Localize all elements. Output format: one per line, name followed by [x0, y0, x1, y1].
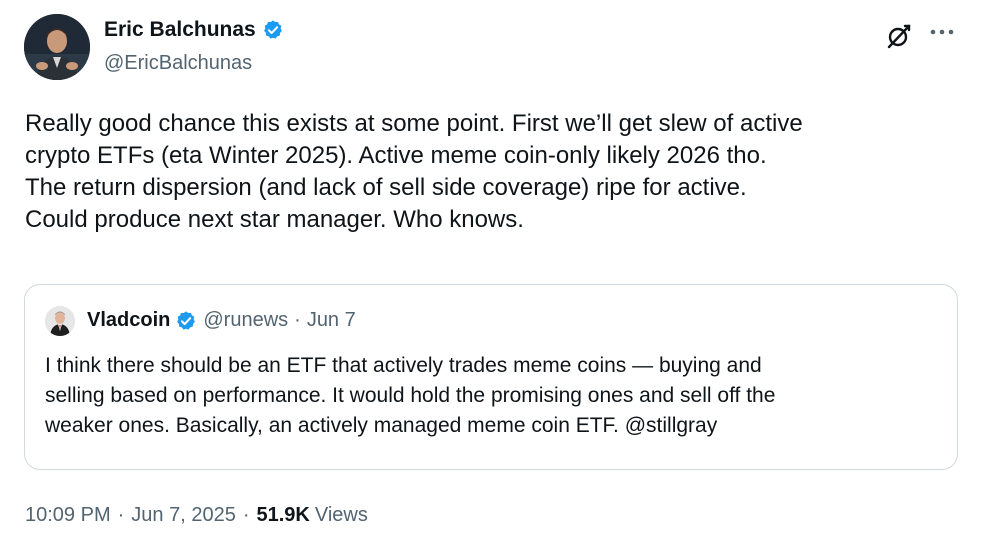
views-label: Views — [314, 504, 368, 526]
author-handle[interactable]: @EricBalchunas — [104, 52, 252, 75]
author-name-row: Eric Balchunas — [104, 18, 284, 42]
views-count: 51.9K — [256, 504, 310, 526]
tweet-text: Really good chance this exists at some p… — [25, 108, 975, 236]
tweet-time[interactable]: 10:09 PM — [25, 504, 111, 527]
quote-author-avatar[interactable] — [45, 306, 75, 336]
tweet-text-line: crypto ETFs (eta Winter 2025). Active me… — [25, 142, 767, 169]
tweet-date[interactable]: Jun 7, 2025 — [131, 504, 236, 527]
meta-separator: · — [117, 504, 125, 526]
quote-author-name[interactable]: Vladcoin — [87, 309, 170, 332]
tweet-meta: 10:09 PM · Jun 7, 2025 · 51.9K Views — [25, 504, 368, 527]
quote-author-handle[interactable]: @runews — [203, 309, 288, 332]
tweet-text-line: Could produce next star manager. Who kno… — [25, 206, 524, 233]
quote-text: I think there should be an ETF that acti… — [45, 351, 950, 441]
quote-header: Vladcoin @runews · Jun 7 — [87, 309, 356, 332]
quote-text-line: weaker ones. Basically, an actively mana… — [45, 414, 718, 437]
tweet-text-line: The return dispersion (and lack of sell … — [25, 174, 747, 201]
more-icon[interactable] — [928, 22, 956, 42]
author-display-name[interactable]: Eric Balchunas — [104, 18, 256, 42]
grok-icon[interactable] — [886, 23, 912, 49]
verified-badge-icon — [177, 310, 196, 330]
quote-text-line: selling based on performance. It would h… — [45, 384, 776, 407]
meta-separator: · — [242, 504, 250, 526]
quoted-tweet[interactable]: Vladcoin @runews · Jun 7 I think there s… — [24, 284, 958, 470]
tweet-text-line: Really good chance this exists at some p… — [25, 110, 803, 137]
quote-text-line: I think there should be an ETF that acti… — [45, 354, 762, 377]
quote-date[interactable]: Jun 7 — [307, 309, 356, 332]
author-avatar[interactable] — [24, 14, 90, 80]
quote-separator: · — [294, 309, 301, 331]
tweet-card: Eric Balchunas @EricBalchunas Really goo… — [0, 0, 984, 554]
verified-badge-icon — [263, 20, 282, 39]
